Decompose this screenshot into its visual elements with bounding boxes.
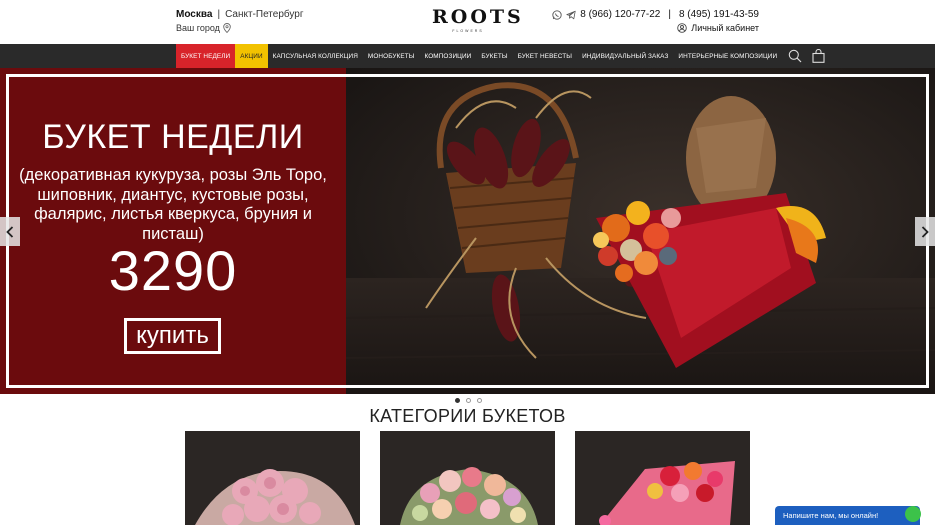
slider-dots xyxy=(455,398,482,403)
slider-prev-button[interactable] xyxy=(0,217,20,246)
nav-icons xyxy=(788,44,825,68)
search-icon[interactable] xyxy=(788,49,802,63)
nav-item-interior-compositions[interactable]: ИНТЕРЬЕРНЫЕ КОМПОЗИЦИИ xyxy=(673,44,782,68)
account-label: Личный кабинет xyxy=(691,23,759,33)
nav-item-compositions[interactable]: КОМПОЗИЦИИ xyxy=(419,44,476,68)
category-card[interactable] xyxy=(380,431,555,525)
hero-title: БУКЕТ НЕДЕЛИ xyxy=(42,118,304,156)
city-moscow[interactable]: Москва xyxy=(176,9,212,20)
chat-status-icon xyxy=(905,506,921,522)
cart-icon[interactable] xyxy=(812,49,825,63)
category-card-image xyxy=(575,431,750,525)
slider-dot-3[interactable] xyxy=(477,398,482,403)
category-card[interactable] xyxy=(575,431,750,525)
nav-item-bouquets[interactable]: БУКЕТЫ xyxy=(476,44,512,68)
your-city-label: Ваш город xyxy=(176,23,220,33)
categories-title: КАТЕГОРИИ БУКЕТОВ xyxy=(369,406,566,426)
phone-separator: | xyxy=(668,9,671,20)
user-icon xyxy=(677,23,688,33)
nav-items: БУКЕТ НЕДЕЛИ АКЦИИ КАПСУЛЬНАЯ КОЛЛЕКЦИЯ … xyxy=(176,44,825,68)
phone-2[interactable]: 8 (495) 191-43-59 xyxy=(679,9,759,20)
account-link[interactable]: Личный кабинет xyxy=(677,23,759,33)
chat-label: Напишите нам, мы онлайн! xyxy=(783,511,879,520)
hero-text-panel: БУКЕТ НЕДЕЛИ (декоративная кукуруза, роз… xyxy=(0,68,346,394)
logo-text: ROOTS xyxy=(432,6,524,28)
phone-1[interactable]: 8 (966) 120-77-22 xyxy=(580,9,660,20)
slider-dot-1[interactable] xyxy=(455,398,460,403)
hero-description: (декоративная кукуруза, розы Эль Торо, ш… xyxy=(19,166,327,243)
city-separator: | xyxy=(217,9,221,20)
phones: 8 (966) 120-77-22 | 8 (495) 191-43-59 xyxy=(552,9,759,20)
nav-item-monobouquets[interactable]: МОНОБУКЕТЫ xyxy=(363,44,420,68)
category-card-image xyxy=(185,431,360,525)
category-card[interactable] xyxy=(185,431,360,525)
main-nav: БУКЕТ НЕДЕЛИ АКЦИИ КАПСУЛЬНАЯ КОЛЛЕКЦИЯ … xyxy=(0,44,935,68)
hero-slider: БУКЕТ НЕДЕЛИ (декоративная кукуруза, роз… xyxy=(0,68,935,394)
hero-price: 3290 xyxy=(108,239,238,302)
nav-item-bouquet-of-week[interactable]: БУКЕТ НЕДЕЛИ xyxy=(176,44,236,68)
slider-dot-2[interactable] xyxy=(466,398,471,403)
logo[interactable]: ROOTS FLOWERS xyxy=(432,6,524,33)
city-switcher: Москва | Санкт-Петербург xyxy=(176,9,304,20)
telegram-icon[interactable] xyxy=(566,10,576,20)
nav-item-bridal-bouquet[interactable]: БУКЕТ НЕВЕСТЫ xyxy=(513,44,577,68)
logo-subtext: FLOWERS xyxy=(452,29,484,33)
slider-next-button[interactable] xyxy=(915,217,935,246)
city-spb[interactable]: Санкт-Петербург xyxy=(225,9,303,20)
hero-bouquet-photo xyxy=(345,68,935,394)
whatsapp-icon[interactable] xyxy=(552,9,562,20)
buy-button[interactable]: купить xyxy=(124,318,221,354)
nav-item-capsule-collection[interactable]: КАПСУЛЬНАЯ КОЛЛЕКЦИЯ xyxy=(268,44,363,68)
nav-item-custom-order[interactable]: ИНДИВИДУАЛЬНЫЙ ЗАКАЗ xyxy=(577,44,673,68)
chevron-right-icon xyxy=(921,225,929,238)
chevron-left-icon xyxy=(6,225,14,238)
category-card-image xyxy=(380,431,555,525)
site-header: Москва | Санкт-Петербург Ваш город ROOTS F… xyxy=(0,0,935,44)
your-city[interactable]: Ваш город xyxy=(176,23,231,33)
location-pin-icon xyxy=(223,23,231,33)
online-chat-button[interactable]: Напишите нам, мы онлайн! xyxy=(775,506,920,525)
nav-item-sales[interactable]: АКЦИИ xyxy=(235,44,268,68)
